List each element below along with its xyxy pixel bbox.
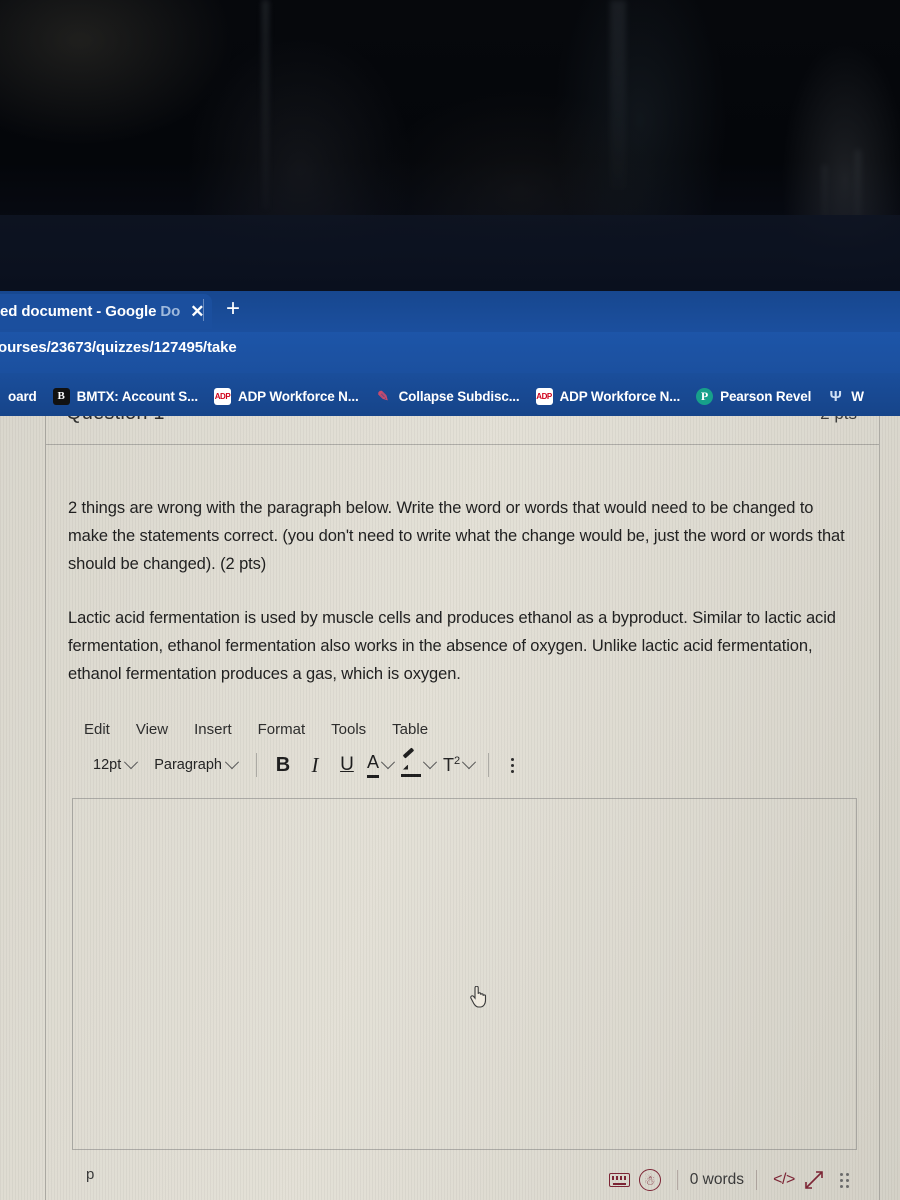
- pearson-icon: P: [696, 387, 714, 405]
- psi-icon: Ψ: [829, 387, 842, 405]
- tab-title: ed document - Google Do: [0, 303, 181, 320]
- editor-toolbar: 12pt Paragraph B I U A T2: [68, 744, 858, 786]
- question-paragraph: Lactic acid fermentation is used by musc…: [68, 609, 836, 683]
- new-tab-button[interactable]: +: [222, 297, 244, 321]
- highlighter-pen-icon: [400, 754, 421, 777]
- status-bar-tools: ☃ 0 words </>: [605, 1160, 859, 1200]
- chevron-down-icon[interactable]: [380, 755, 396, 770]
- editor-text-area[interactable]: [72, 798, 857, 1150]
- word-count: 0 words: [689, 1171, 744, 1188]
- bookmark-item-adp-1[interactable]: ADP ADP Workforce N...: [206, 385, 367, 408]
- question-title: Question 1: [66, 416, 165, 425]
- photo-dark-band: [0, 215, 900, 293]
- element-path[interactable]: p: [86, 1166, 94, 1183]
- tab-divider: [203, 299, 204, 321]
- menu-table[interactable]: Table: [392, 721, 428, 738]
- menu-tools[interactable]: Tools: [331, 721, 366, 738]
- highlight-color-button[interactable]: [397, 754, 439, 777]
- underline-button[interactable]: U: [331, 749, 363, 781]
- source-code-icon[interactable]: </>: [769, 1166, 799, 1194]
- page-right-border: [879, 416, 880, 1200]
- question-body: 2 things are wrong with the paragraph be…: [68, 494, 856, 688]
- question-header: Question 1 2 pts: [46, 416, 879, 445]
- photo-highlight-streak: [610, 0, 626, 190]
- chevron-down-icon[interactable]: [422, 755, 438, 770]
- resize-icon[interactable]: [799, 1166, 829, 1194]
- font-size-select[interactable]: 12pt: [84, 753, 145, 777]
- superscript-button[interactable]: T2: [439, 755, 478, 776]
- menu-view[interactable]: View: [136, 721, 168, 738]
- collapse-icon: ✎: [377, 387, 389, 404]
- address-bar-url[interactable]: ourses/23673/quizzes/127495/take: [0, 339, 237, 356]
- bookmark-item-bmtx[interactable]: B BMTX: Account S...: [45, 385, 206, 408]
- block-format-value: Paragraph: [154, 757, 222, 773]
- italic-button[interactable]: I: [299, 749, 331, 781]
- browser-chrome: ed document - Google Do ✕ + ourses/23673…: [0, 291, 900, 418]
- editor-status-bar: p ☃ 0 words </>: [46, 1160, 879, 1200]
- chevron-down-icon: [124, 755, 139, 770]
- editor-menubar: Edit View Insert Format Tools Table: [68, 714, 858, 744]
- question-points: 2 pts: [820, 416, 857, 424]
- menu-edit[interactable]: Edit: [84, 721, 110, 738]
- adp-icon: ADP: [213, 387, 231, 405]
- bookmark-item-adp-2[interactable]: ADP ADP Workforce N...: [528, 385, 689, 408]
- text-color-icon: A: [366, 753, 379, 778]
- grip-icon[interactable]: [829, 1166, 859, 1194]
- status-divider: [756, 1170, 757, 1190]
- menu-format[interactable]: Format: [258, 721, 306, 738]
- browser-tab[interactable]: ed document - Google Do ✕: [0, 294, 213, 329]
- bookmark-item-collapse-subdisc[interactable]: ✎ Collapse Subdisc...: [367, 385, 528, 408]
- question-prompt: 2 things are wrong with the paragraph be…: [68, 499, 845, 573]
- bookmark-item-pearson-revel[interactable]: P Pearson Revel: [688, 385, 819, 408]
- block-format-select[interactable]: Paragraph: [145, 753, 246, 777]
- bmtx-icon: B: [52, 387, 70, 405]
- font-size-value: 12pt: [93, 757, 122, 773]
- chevron-down-icon[interactable]: [462, 755, 477, 770]
- bookmark-list: oard B BMTX: Account S... ADP ADP Workfo…: [0, 379, 900, 413]
- rich-text-editor: Edit View Insert Format Tools Table 12pt…: [68, 714, 858, 786]
- toolbar-divider: [255, 753, 257, 777]
- accessibility-icon[interactable]: ☃: [635, 1166, 665, 1194]
- keyboard-icon[interactable]: [605, 1166, 635, 1194]
- screenshot-root: ed document - Google Do ✕ + ourses/23673…: [0, 0, 900, 1200]
- chevron-down-icon: [224, 755, 240, 770]
- bookmark-item-board[interactable]: oard: [0, 386, 45, 407]
- photo-highlight-streak: [262, 0, 269, 210]
- toolbar-divider: [488, 753, 490, 777]
- adp-icon: ADP: [535, 387, 553, 405]
- status-divider: [676, 1170, 678, 1190]
- page-left-border: [45, 416, 46, 1200]
- superscript-icon: T2: [442, 754, 461, 775]
- dark-photo-region: [0, 0, 900, 293]
- bookmark-item-psi[interactable]: Ψ W: [819, 385, 872, 408]
- menu-insert[interactable]: Insert: [194, 721, 232, 738]
- bold-button[interactable]: B: [267, 749, 299, 781]
- more-options-icon[interactable]: [499, 751, 525, 779]
- text-color-button[interactable]: A: [363, 753, 397, 778]
